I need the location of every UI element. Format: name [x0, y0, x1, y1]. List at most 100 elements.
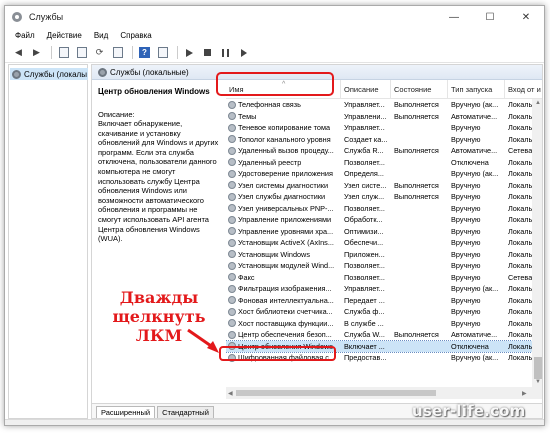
- start-service-icon[interactable]: [182, 46, 197, 60]
- gear-icon: [228, 158, 236, 167]
- service-name-cell[interactable]: Тополог канального уровня: [226, 134, 341, 146]
- column-header-logon[interactable]: Вход от и: [505, 80, 542, 99]
- gear-icon: [228, 273, 236, 282]
- double-click-annotation: Дважды щелкнуть ЛКМ: [99, 288, 219, 345]
- service-name-cell[interactable]: Фильтрация изображения...: [226, 283, 341, 295]
- scrollbar-thumb[interactable]: [534, 357, 542, 379]
- window-title: Службы: [29, 12, 64, 22]
- refresh-icon[interactable]: ⟳: [92, 46, 107, 60]
- table-row[interactable]: Тополог канального уровня Создает ка... Вр…: [226, 134, 542, 146]
- service-name-cell[interactable]: Удаленный вызов процеду...: [226, 145, 341, 157]
- service-name-cell[interactable]: Фоновая интеллектуальна...: [226, 295, 341, 307]
- maximize-button[interactable]: ☐: [472, 6, 508, 28]
- service-name-cell[interactable]: Теневое копирование тома: [226, 122, 341, 134]
- service-name-cell[interactable]: Хост поставщика функции...: [226, 318, 341, 330]
- restart-service-icon[interactable]: [236, 46, 251, 60]
- tab-extended[interactable]: Расширенный: [96, 406, 156, 418]
- highlight-name-column-box: [216, 72, 334, 96]
- service-name-cell[interactable]: Узел службы диагностики: [226, 191, 341, 203]
- table-row[interactable]: Узел службы диагностики Узел служ... Выпол…: [226, 191, 542, 203]
- table-row[interactable]: Фильтрация изображения... Управляет... Вру…: [226, 283, 542, 295]
- service-startup-cell: Вручную: [451, 123, 481, 132]
- service-status-cell: [391, 122, 448, 134]
- menu-file[interactable]: Файл: [9, 31, 41, 40]
- tab-standard[interactable]: Стандартный: [157, 406, 214, 418]
- scrollbar-thumb[interactable]: [236, 390, 436, 396]
- service-name-cell[interactable]: Установщик Windows: [226, 249, 341, 261]
- pause-service-icon[interactable]: [218, 46, 233, 60]
- back-arrow-icon[interactable]: ◀: [11, 46, 26, 60]
- service-name-cell[interactable]: Удаленный реестр: [226, 157, 341, 169]
- service-description-cell: Определя...: [344, 169, 384, 178]
- table-row[interactable]: Теневое копирование тома Управляет... Вруч…: [226, 122, 542, 134]
- service-name-cell[interactable]: Управление уровнями хра...: [226, 226, 341, 238]
- gear-icon: [228, 123, 236, 132]
- properties-icon[interactable]: [74, 46, 89, 60]
- service-name-cell[interactable]: Управление приложениями: [226, 214, 341, 226]
- menu-view[interactable]: Вид: [88, 31, 114, 40]
- gear-icon: [228, 169, 236, 178]
- navigation-tree: Службы (локалы: [8, 64, 88, 419]
- table-row[interactable]: Управление приложениями Обработк... Вручну…: [226, 214, 542, 226]
- horizontal-scrollbar[interactable]: ◀ ▶: [226, 387, 542, 399]
- table-row[interactable]: Управление уровнями хра... Оптимизи... Вру…: [226, 226, 542, 238]
- service-name-cell[interactable]: Хост библиотеки счетчика...: [226, 306, 341, 318]
- tree-item-services-local[interactable]: Службы (локалы: [10, 68, 88, 80]
- service-name-cell[interactable]: Телефонная связь: [226, 99, 341, 111]
- service-startup-cell: Вручную: [451, 192, 481, 201]
- forward-arrow-icon[interactable]: ▶: [29, 46, 44, 60]
- console-icon[interactable]: [155, 46, 170, 60]
- service-name-cell[interactable]: Установщик модулей Wind...: [226, 260, 341, 272]
- services-window: Службы — ☐ ✕ Файл Действие Вид Справка ◀…: [4, 5, 545, 426]
- description-text: Включает обнаружение, скачивание и устан…: [98, 119, 219, 244]
- service-startup-cell: Вручную: [451, 215, 481, 224]
- table-row[interactable]: Хост библиотеки счетчика... Служба ф... Вр…: [226, 306, 542, 318]
- service-name-cell[interactable]: Установщик ActiveX (AxIns...: [226, 237, 341, 249]
- service-name-cell[interactable]: Темы: [226, 111, 341, 123]
- highlight-windows-update-box: [219, 346, 336, 361]
- service-startup-cell: Вручную: [451, 272, 481, 282]
- export-list-icon[interactable]: [110, 46, 125, 60]
- table-row[interactable]: Узел универсальных PNP-... Позволяет... Вр…: [226, 203, 542, 215]
- menu-help[interactable]: Справка: [114, 31, 157, 40]
- table-row[interactable]: Установщик Windows Приложен... Вручную Лока…: [226, 249, 542, 261]
- table-row[interactable]: Центр обеспечения безоп... Служба W... Вып…: [226, 329, 542, 341]
- column-header-description[interactable]: Описание: [341, 80, 391, 99]
- service-status-cell: [391, 134, 448, 146]
- table-row[interactable]: Темы Управлени... Выполняется Автоматиче...…: [226, 111, 542, 123]
- table-row[interactable]: Телефонная связь Управляет... Выполняется В…: [226, 99, 542, 111]
- table-row[interactable]: Удаленный вызов процеду... Служба R... Вып…: [226, 145, 542, 157]
- table-row[interactable]: Хост поставщика функции... В службе ... Вр…: [226, 318, 542, 330]
- service-description-cell: Оптимизи...: [344, 226, 384, 236]
- description-panel: Центр обновления Windows Описание: Включ…: [92, 80, 225, 402]
- service-description-cell: Узел служ...: [344, 192, 385, 201]
- minimize-button[interactable]: —: [436, 6, 472, 28]
- table-row[interactable]: Удостоверение приложения Определя... Вручн…: [226, 168, 542, 180]
- close-button[interactable]: ✕: [508, 6, 544, 28]
- service-name-cell[interactable]: Удостоверение приложения: [226, 168, 341, 180]
- service-status-cell: [391, 168, 448, 180]
- column-header-status[interactable]: Состояние: [391, 80, 448, 99]
- show-tree-icon[interactable]: [56, 46, 71, 60]
- service-name-cell[interactable]: Центр обеспечения безоп...: [226, 329, 341, 341]
- help-icon[interactable]: ?: [137, 46, 152, 60]
- column-header-startup-type[interactable]: Тип запуска: [448, 80, 505, 99]
- gear-icon: [228, 146, 236, 155]
- service-description-cell: Управляет...: [344, 284, 385, 293]
- table-row[interactable]: Узел системы диагностики Узел систе... Вып…: [226, 180, 542, 192]
- table-row[interactable]: Факс Позволяет... Вручную Сетевая с: [226, 272, 542, 284]
- service-description-cell: Управляет...: [344, 100, 385, 109]
- toolbar: ◀ ▶ ⟳ ?: [5, 43, 544, 63]
- service-name-cell[interactable]: Факс: [226, 272, 341, 284]
- stop-service-icon[interactable]: [200, 46, 215, 60]
- service-name-cell[interactable]: Узел универсальных PNP-...: [226, 203, 341, 215]
- service-startup-cell: Вручную: [451, 203, 481, 213]
- table-row[interactable]: Установщик модулей Wind... Позволяет... Вр…: [226, 260, 542, 272]
- table-row[interactable]: Удаленный реестр Позволяет... Отключена Лок…: [226, 157, 542, 169]
- table-row[interactable]: Фоновая интеллектуальна... Передает ... Вр…: [226, 295, 542, 307]
- table-row[interactable]: Установщик ActiveX (AxIns... Обеспечи... В…: [226, 237, 542, 249]
- service-startup-cell: Автоматиче...: [451, 146, 498, 155]
- vertical-scrollbar[interactable]: ▲ ▼: [532, 99, 542, 387]
- menu-action[interactable]: Действие: [41, 31, 88, 40]
- service-name-cell[interactable]: Узел системы диагностики: [226, 180, 341, 192]
